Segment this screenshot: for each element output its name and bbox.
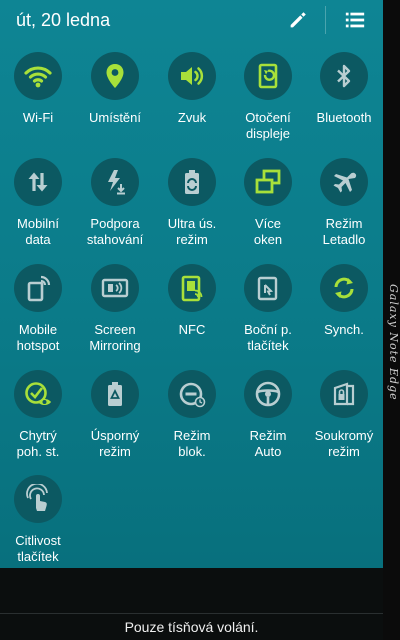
toggle-button[interactable] xyxy=(320,158,368,206)
toggle-button[interactable] xyxy=(168,52,216,100)
toggle-label: Ultra ús. režim xyxy=(167,216,217,247)
toggle-button[interactable] xyxy=(320,52,368,100)
toggle-label: Úsporný režim xyxy=(90,428,140,459)
toggle-side-key-panel[interactable]: Boční p. tlačítek xyxy=(230,264,306,354)
toggle-button[interactable] xyxy=(244,370,292,418)
toggle-button[interactable] xyxy=(91,52,139,100)
ultra-power-saving-icon xyxy=(177,167,207,197)
toggle-power-saving[interactable]: Úsporný režim xyxy=(77,370,153,460)
multi-window-icon xyxy=(253,167,283,197)
pencil-icon xyxy=(290,12,306,28)
panel-header: út, 20 ledna xyxy=(0,0,383,40)
toggle-button[interactable] xyxy=(168,264,216,312)
touch-sensitivity-icon xyxy=(23,484,53,514)
toggle-blocking-mode[interactable]: Režim blok. xyxy=(154,370,230,460)
toggle-ultra-power-saving[interactable]: Ultra ús. režim xyxy=(154,158,230,248)
mobile-hotspot-icon xyxy=(23,273,53,303)
toggle-button[interactable] xyxy=(168,158,216,206)
toggle-multi-window[interactable]: Více oken xyxy=(230,158,306,248)
toggle-label: Mobilní data xyxy=(17,216,59,247)
toggle-button[interactable] xyxy=(168,370,216,418)
speaker-icon xyxy=(177,61,207,91)
toggle-button[interactable] xyxy=(91,264,139,312)
toggle-label: Soukromý režim xyxy=(314,428,374,459)
toggle-button[interactable] xyxy=(91,158,139,206)
status-divider xyxy=(0,613,383,614)
toggle-label: NFC xyxy=(178,322,206,337)
emergency-calls-only-label: Pouze tísňová volání. xyxy=(124,619,259,635)
toggle-label: Chytrý poh. st. xyxy=(16,428,60,459)
smart-stay-icon xyxy=(23,379,53,409)
toggle-label: Režim blok. xyxy=(173,428,211,459)
toggle-sync[interactable]: Synch. xyxy=(306,264,382,338)
toggle-button[interactable] xyxy=(244,52,292,100)
blocking-mode-icon xyxy=(177,379,207,409)
toggle-bluetooth[interactable]: Bluetooth xyxy=(306,52,382,126)
toggle-label: Zvuk xyxy=(177,110,207,125)
toggle-button[interactable] xyxy=(244,158,292,206)
toggle-wifi[interactable]: Wi-Fi xyxy=(0,52,76,126)
toggle-speaker[interactable]: Zvuk xyxy=(154,52,230,126)
download-booster-icon xyxy=(100,167,130,197)
toggle-label: Více oken xyxy=(253,216,283,247)
toggle-smart-stay[interactable]: Chytrý poh. st. xyxy=(0,370,76,460)
toggle-label: Režim Letadlo xyxy=(322,216,366,247)
edit-button[interactable] xyxy=(286,8,310,32)
bluetooth-icon xyxy=(329,61,359,91)
car-mode-icon xyxy=(253,379,283,409)
quick-settings-panel: út, 20 ledna Wi-Fi Umístění Zvuk Otočení di… xyxy=(0,0,383,568)
toggle-label: Režim Auto xyxy=(249,428,287,459)
toggle-car-mode[interactable]: Režim Auto xyxy=(230,370,306,460)
toggle-mobile-hotspot[interactable]: Mobile hotspot xyxy=(0,264,76,354)
toggle-label: Bluetooth xyxy=(316,110,372,125)
screen-mirroring-icon xyxy=(100,273,130,303)
toggle-label: Podpora stahování xyxy=(86,216,144,247)
toggle-touch-sensitivity[interactable]: Citlivost tlačítek xyxy=(0,475,76,565)
power-saving-icon xyxy=(100,379,130,409)
airplane-icon xyxy=(329,167,359,197)
sync-icon xyxy=(329,273,359,303)
list-icon xyxy=(345,12,365,28)
toggle-location-pin[interactable]: Umístění xyxy=(77,52,153,126)
toggle-label: Citlivost tlačítek xyxy=(15,533,61,564)
toggle-button[interactable] xyxy=(14,52,62,100)
toggle-mobile-data[interactable]: Mobilní data xyxy=(0,158,76,248)
toggle-button[interactable] xyxy=(320,370,368,418)
wifi-icon xyxy=(23,61,53,91)
private-mode-icon xyxy=(329,379,359,409)
toggle-button[interactable] xyxy=(91,370,139,418)
toggle-private-mode[interactable]: Soukromý režim xyxy=(306,370,382,460)
edge-label: Galaxy Note Edge xyxy=(387,283,400,401)
toggle-label: Umístění xyxy=(88,110,141,125)
toggle-button[interactable] xyxy=(14,370,62,418)
toggle-download-booster[interactable]: Podpora stahování xyxy=(77,158,153,248)
toggle-label: Otočení displeje xyxy=(245,110,291,141)
toggle-airplane[interactable]: Režim Letadlo xyxy=(306,158,382,248)
list-view-button[interactable] xyxy=(343,8,367,32)
nfc-icon xyxy=(177,273,207,303)
toggle-label: Boční p. tlačítek xyxy=(244,322,292,353)
toggle-screen-mirroring[interactable]: Screen Mirroring xyxy=(77,264,153,354)
toggle-label: Mobile hotspot xyxy=(16,322,60,353)
toggle-label: Screen Mirroring xyxy=(89,322,141,353)
toggle-screen-rotation[interactable]: Otočení displeje xyxy=(230,52,306,142)
toggle-button[interactable] xyxy=(244,264,292,312)
toggle-button[interactable] xyxy=(14,475,62,523)
toggle-button[interactable] xyxy=(14,158,62,206)
screen-rotation-icon xyxy=(253,61,283,91)
toggle-label: Synch. xyxy=(324,322,364,337)
date-label: út, 20 ledna xyxy=(16,10,111,30)
toggle-button[interactable] xyxy=(14,264,62,312)
toggle-label: Wi-Fi xyxy=(22,110,54,125)
location-pin-icon xyxy=(100,61,130,91)
toggle-button[interactable] xyxy=(320,264,368,312)
mobile-data-icon xyxy=(23,167,53,197)
side-key-panel-icon xyxy=(253,273,283,303)
toggle-nfc[interactable]: NFC xyxy=(154,264,230,338)
header-divider xyxy=(325,6,326,34)
